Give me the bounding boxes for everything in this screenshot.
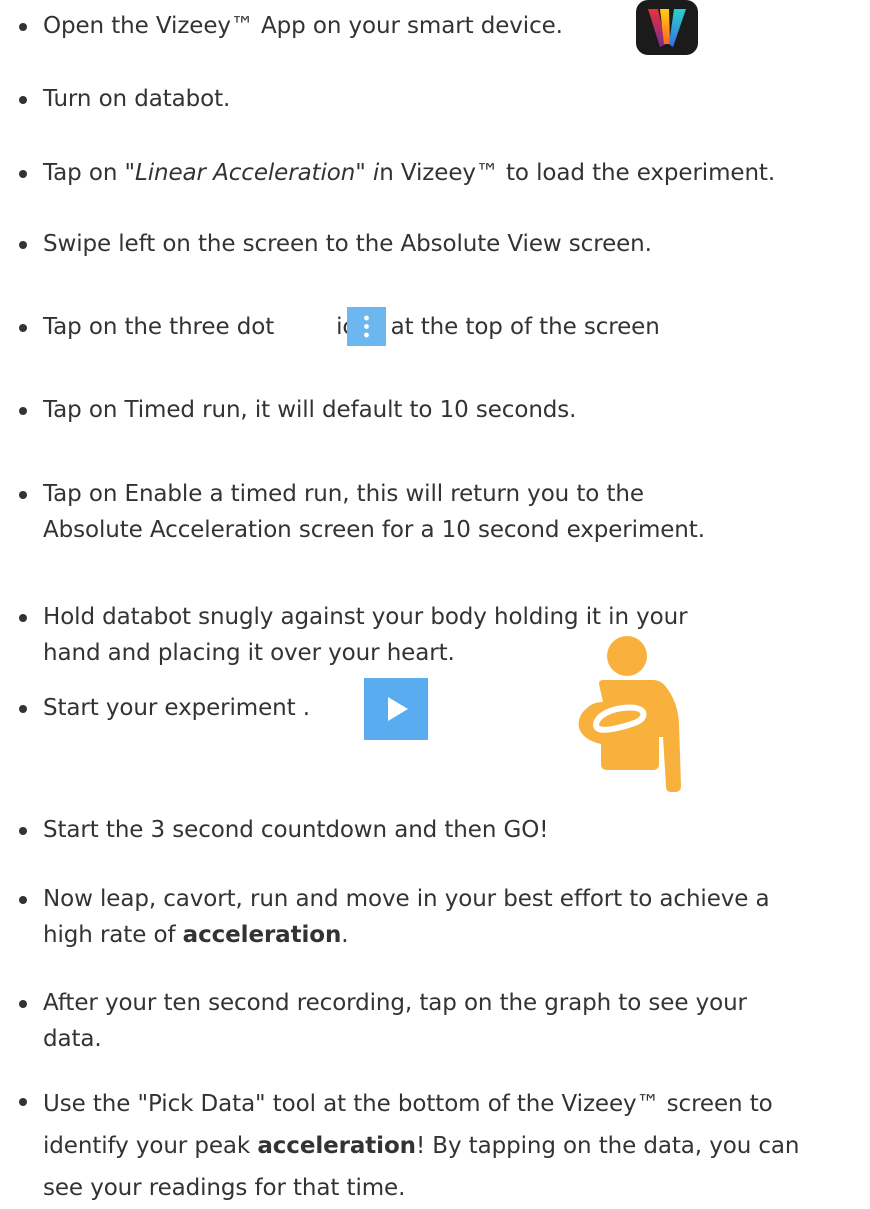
step-text-after: n Vizeey™ to load the experiment.: [379, 160, 776, 186]
step-text: Turn on databot.: [43, 86, 231, 112]
step-leap-cavort: Now leap, cavort, run and move in your b…: [19, 881, 770, 953]
step-text-bold: acceleration: [257, 1133, 416, 1159]
step-enable-timed-run: Tap on Enable a timed run, this will ret…: [19, 476, 705, 548]
step-text-line2: Absolute Acceleration screen for a 10 se…: [43, 517, 705, 543]
step-text-line1: After your ten second recording, tap on …: [43, 990, 747, 1016]
step-turn-on: Turn on databot.: [18, 81, 231, 117]
three-dot-menu-icon: [347, 307, 386, 346]
step-text: Open the Vizeey™ App on your smart devic…: [43, 13, 563, 39]
step-tap-timed-run: Tap on Timed run, it will default to 10 …: [18, 392, 577, 428]
step-text-line2-before: identify your peak: [43, 1133, 258, 1159]
step-text-line1: Use the "Pick Data" tool at the bottom o…: [43, 1091, 773, 1117]
step-tap-linear-acceleration: Tap on "Linear Acceleration" in Vizeey™ …: [18, 155, 776, 191]
step-text-line1: Now leap, cavort, run and move in your b…: [43, 886, 770, 912]
step-tap-graph: After your ten second recording, tap on …: [19, 985, 747, 1057]
step-text: Tap on Timed run, it will default to 10 …: [43, 397, 577, 423]
step-text-line2-before: high rate of: [43, 922, 183, 948]
step-countdown: Start the 3 second countdown and then GO…: [18, 812, 549, 848]
step-text-line3: see your readings for that time.: [43, 1175, 406, 1201]
step-text-before: Tap on the three dot: [43, 314, 275, 340]
step-text-bold: acceleration: [182, 922, 342, 948]
vizeey-app-icon: [636, 0, 698, 55]
step-swipe-left: Swipe left on the screen to the Absolute…: [19, 226, 652, 262]
step-text-line2-after: .: [341, 922, 349, 948]
step-text-italic: Linear Acceleration" i: [135, 160, 380, 186]
step-start-experiment: Start your experiment .: [19, 690, 310, 726]
play-button-icon: [364, 678, 428, 740]
step-text-before: Tap on ": [43, 160, 135, 186]
step-text-line1: Hold databot snugly against your body ho…: [43, 604, 688, 630]
step-text-line2-after: ! By tapping on the data, you can: [415, 1133, 800, 1159]
step-pick-data: Use the "Pick Data" tool at the bottom o…: [18, 1083, 800, 1209]
step-text: Start your experiment .: [43, 695, 310, 721]
step-open-app: Open the Vizeey™ App on your smart devic…: [19, 8, 563, 44]
step-text-line2: data.: [43, 1026, 102, 1052]
step-text-line1: Tap on Enable a timed run, this will ret…: [43, 481, 644, 507]
hand-on-heart-person-icon: [577, 636, 689, 792]
step-text: Swipe left on the screen to the Absolute…: [43, 231, 652, 257]
step-text: Start the 3 second countdown and then GO…: [43, 817, 549, 843]
